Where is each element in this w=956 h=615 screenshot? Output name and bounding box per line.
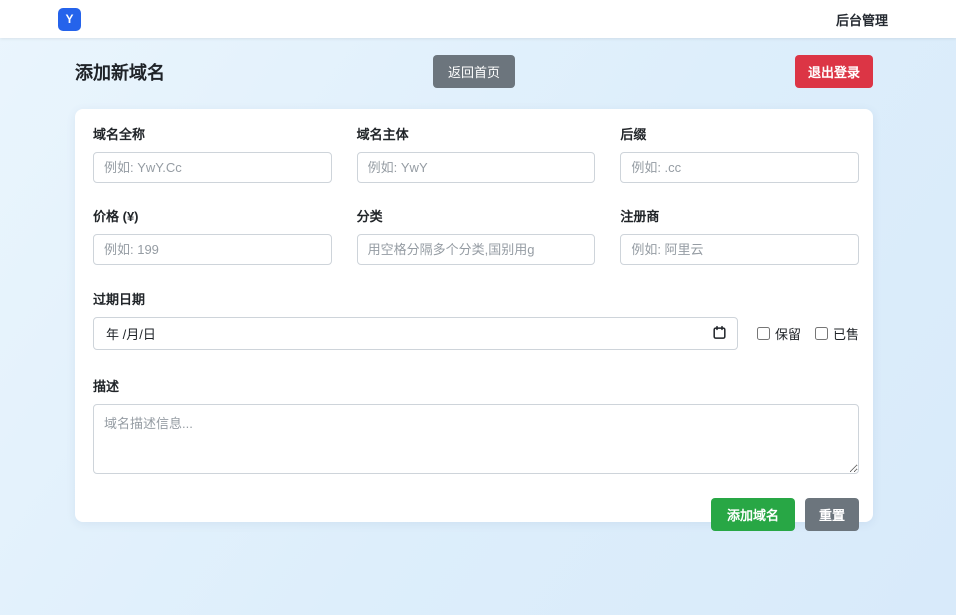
page-header: 添加新域名 返回首页 退出登录 xyxy=(75,55,873,88)
checkbox-sold[interactable]: 已售 xyxy=(815,324,859,343)
field-domain-full: 域名全称 xyxy=(93,124,332,183)
reserved-checkbox-label: 保留 xyxy=(775,324,801,343)
field-label: 分类 xyxy=(357,206,596,225)
field-category: 分类 xyxy=(357,206,596,265)
field-registrar: 注册商 xyxy=(620,206,859,265)
logout-button[interactable]: 退出登录 xyxy=(795,55,873,88)
field-suffix: 后缀 xyxy=(620,124,859,183)
domain-body-input[interactable] xyxy=(357,152,596,183)
add-domain-form-card: 域名全称 域名主体 后缀 价格 (¥) 分类 注册商 xyxy=(75,109,873,522)
add-domain-button[interactable]: 添加域名 xyxy=(711,498,795,531)
checkbox-reserved[interactable]: 保留 xyxy=(757,324,801,343)
domain-full-input[interactable] xyxy=(93,152,332,183)
field-domain-body: 域名主体 xyxy=(357,124,596,183)
description-textarea[interactable] xyxy=(93,404,859,474)
expiry-label: 过期日期 xyxy=(93,289,859,308)
category-input[interactable] xyxy=(357,234,596,265)
admin-panel-label: 后台管理 xyxy=(836,10,888,29)
field-label: 域名全称 xyxy=(93,124,332,143)
sold-checkbox[interactable] xyxy=(815,327,828,340)
page-title: 添加新域名 xyxy=(75,59,433,85)
field-label: 注册商 xyxy=(620,206,859,225)
field-price: 价格 (¥) xyxy=(93,206,332,265)
price-input[interactable] xyxy=(93,234,332,265)
main-content: 添加新域名 返回首页 退出登录 域名全称 域名主体 后缀 价格 (¥) xyxy=(0,38,956,522)
form-actions: 添加域名 重置 xyxy=(93,498,859,531)
top-navbar: Y 后台管理 xyxy=(0,0,956,38)
calendar-icon[interactable] xyxy=(712,325,727,343)
reserved-checkbox[interactable] xyxy=(757,327,770,340)
status-checkbox-group: 保留 已售 xyxy=(757,324,859,343)
field-label: 域名主体 xyxy=(357,124,596,143)
sold-checkbox-label: 已售 xyxy=(833,324,859,343)
description-label: 描述 xyxy=(93,376,859,395)
reset-button[interactable]: 重置 xyxy=(805,498,859,531)
registrar-input[interactable] xyxy=(620,234,859,265)
suffix-input[interactable] xyxy=(620,152,859,183)
field-label: 后缀 xyxy=(620,124,859,143)
header-right: 退出登录 xyxy=(515,55,873,88)
date-placeholder-text: 年 /月/日 xyxy=(106,324,156,343)
back-home-button[interactable]: 返回首页 xyxy=(433,55,515,88)
expiry-section: 过期日期 年 /月/日 保留 xyxy=(93,289,859,350)
description-section: 描述 xyxy=(93,376,859,479)
field-label: 价格 (¥) xyxy=(93,206,332,225)
expiry-date-input[interactable]: 年 /月/日 xyxy=(93,317,738,350)
expiry-row: 年 /月/日 保留 xyxy=(93,317,859,350)
site-logo[interactable]: Y xyxy=(58,8,81,31)
form-fields-grid: 域名全称 域名主体 后缀 价格 (¥) 分类 注册商 xyxy=(93,124,859,265)
